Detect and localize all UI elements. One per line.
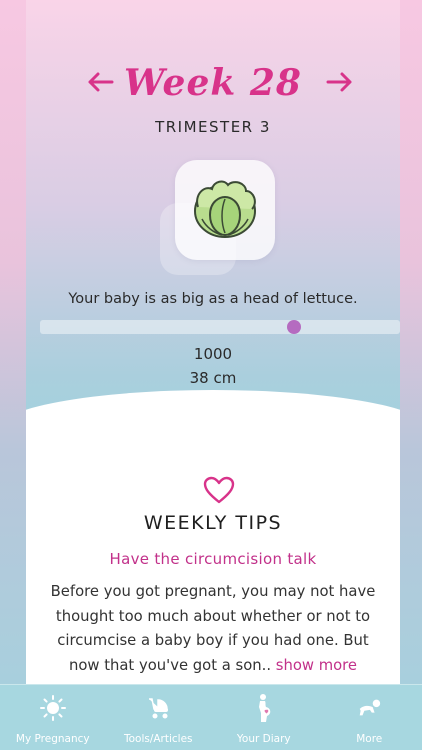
sun-icon [39,695,66,721]
tab-your-diary[interactable]: Your Diary [211,685,317,750]
baby-weight: 1000 [193,345,233,363]
arrow-left-icon[interactable] [86,70,114,94]
tab-tools-articles[interactable]: Tools/Articles [106,685,212,750]
week-header: Week 28 [26,58,400,108]
week-card: Week 28 TRIMESTER 3 Your baby is as big … [26,0,400,684]
tip-title: Have the circumcision talk [109,550,317,568]
size-slider-thumb[interactable] [286,320,301,334]
show-more-link[interactable]: show more [276,657,357,674]
tab-label: Your Diary [236,733,291,745]
tab-bar: My Pregnancy Tools/Articles Your Diary M… [0,684,422,750]
tab-more[interactable]: More [317,685,422,750]
stroller-icon [145,695,171,721]
week-title: Week 28 [124,62,302,104]
arrow-right-icon[interactable] [326,70,354,94]
baby-length: 38 cm [189,369,237,387]
tab-label: Tools/Articles [123,733,193,745]
pregnant-woman-icon [251,694,277,722]
size-slider-track[interactable] [40,320,400,334]
tip-body: Before you got pregnant, you may not hav… [46,580,380,678]
tab-label: My Pregnancy [15,733,90,745]
trimester-label: TRIMESTER 3 [155,118,271,136]
tab-label: More [356,733,383,745]
heart-icon [203,476,235,504]
fruit-tile [175,160,275,260]
weekly-tips-heading: WEEKLY TIPS [143,512,283,534]
lettuce-icon [190,175,260,245]
crawling-baby-icon [356,695,382,721]
baby-size-text: Your baby is as big as a head of lettuce… [68,291,358,307]
tab-my-pregnancy[interactable]: My Pregnancy [0,685,106,750]
